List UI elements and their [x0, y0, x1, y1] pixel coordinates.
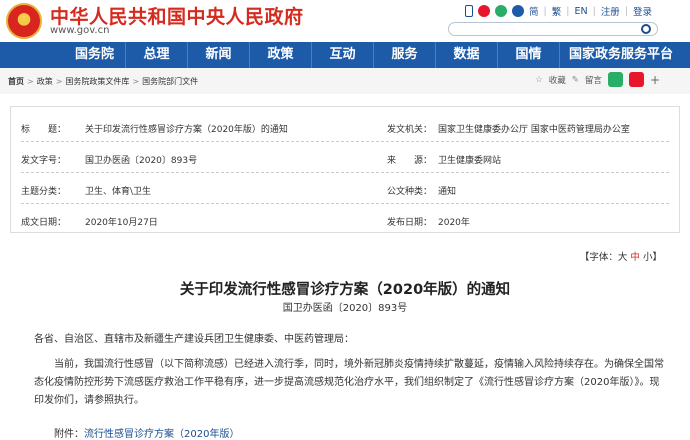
nav-item-policy[interactable]: 政策 [250, 42, 312, 68]
search-input[interactable] [448, 22, 658, 36]
info-row: 成文日期： 2020年10月27日 发布日期： 2020年 [21, 204, 669, 235]
info-value: 卫生健康委网站 [438, 156, 502, 166]
app-icon[interactable] [512, 5, 525, 17]
link-simplified[interactable]: 简 [529, 4, 539, 18]
font-size-large[interactable]: 大 [618, 252, 628, 263]
share-wechat-icon[interactable] [607, 72, 623, 87]
info-key: 成文日期： [21, 218, 67, 228]
nav-item-premier[interactable]: 总理 [126, 42, 188, 68]
attachment-link[interactable]: 流行性感冒诊疗方案（2020年版） [84, 429, 239, 440]
document-title: 关于印发流行性感冒诊疗方案（2020年版）的通知 [179, 282, 511, 298]
crumb-policy-library[interactable]: 国务院政策文件库 [65, 77, 129, 86]
favorite-button[interactable]: 收藏 [549, 74, 566, 86]
crumb-policy[interactable]: 政策 [37, 77, 53, 86]
info-key: 主题分类： [21, 187, 67, 197]
document-body: 当前，我国流行性感冒（以下简称流感）已经进入流行季，同时，境外新冠肺炎疫情持续扩… [34, 359, 664, 406]
breadcrumb-bar: 首页 > 政策 > 国务院政策文件库 > 国务院部门文件 ☆ 收藏 ✎ 留言 + [0, 68, 690, 94]
share-weibo-icon[interactable] [628, 72, 644, 87]
info-key: 公文种类： [387, 187, 433, 197]
info-value: 关于印发流行性感冒诊疗方案（2020年版）的通知 [85, 125, 288, 135]
info-row: 发文字号： 国卫办医函〔2020〕893号 来 源： 卫生健康委网站 [21, 142, 669, 173]
link-register[interactable]: 注册 [601, 4, 620, 18]
info-value: 2020年10月27日 [85, 218, 158, 228]
attachment: 附件：流行性感冒诊疗方案（2020年版） [54, 425, 239, 440]
weibo-icon[interactable] [478, 5, 491, 17]
crumb-home[interactable]: 首页 [8, 77, 24, 86]
more-share-icon[interactable]: + [650, 73, 660, 87]
font-size-switcher: 【字体：大 中 小】 [580, 249, 662, 263]
link-english[interactable]: EN [574, 6, 587, 17]
top-links: 简 | 繁 | EN | 注册 | 登录 [465, 4, 652, 18]
nav-item-news[interactable]: 新闻 [188, 42, 250, 68]
nav-item-interact[interactable]: 互动 [312, 42, 374, 68]
font-size-suffix: 】 [652, 252, 662, 263]
info-key: 发布日期： [387, 218, 433, 228]
font-size-prefix: 【字体： [579, 252, 618, 263]
nav-item-national-profile[interactable]: 国情 [498, 42, 560, 68]
comment-button[interactable]: 留言 [585, 74, 602, 86]
breadcrumb: 首页 > 政策 > 国务院政策文件库 > 国务院部门文件 [8, 77, 199, 86]
comment-icon[interactable]: ✎ [572, 75, 579, 85]
mobile-icon[interactable] [465, 5, 474, 17]
font-size-medium[interactable]: 中 [630, 252, 640, 263]
main-nav: 国务院 总理 新闻 政策 互动 服务 数据 国情 国家政务服务平台 [0, 42, 690, 68]
national-emblem-logo[interactable] [6, 3, 42, 39]
document-salutation: 各省、自治区、直辖市及新疆生产建设兵团卫生健康委、中医药管理局： [34, 334, 354, 345]
site-header: 中华人民共和国中央人民政府 www.gov.cn 简 | 繁 | EN | 注册… [0, 0, 690, 42]
attachment-label: 附件： [54, 429, 84, 440]
info-key: 发文字号： [21, 156, 67, 166]
info-key: 标 题： [21, 125, 67, 135]
crumb-department-docs[interactable]: 国务院部门文件 [142, 77, 198, 86]
info-key: 发文机关： [387, 125, 433, 135]
info-value: 通知 [438, 187, 457, 197]
nav-item-state-council[interactable]: 国务院 [64, 42, 126, 68]
nav-item-service-platform[interactable]: 国家政务服务平台 [560, 42, 682, 68]
document-info-table: 标 题： 关于印发流行性感冒诊疗方案（2020年版）的通知 发文机关： 国家卫生… [10, 106, 680, 233]
nav-item-data[interactable]: 数据 [436, 42, 498, 68]
link-login[interactable]: 登录 [633, 4, 652, 18]
document-number: 国卫办医函〔2020〕893号 [282, 303, 408, 314]
info-row: 标 题： 关于印发流行性感冒诊疗方案（2020年版）的通知 发文机关： 国家卫生… [21, 111, 669, 142]
site-url: www.gov.cn [50, 25, 110, 36]
star-icon[interactable]: ☆ [535, 75, 543, 85]
info-value: 2020年 [438, 218, 470, 228]
wechat-icon[interactable] [495, 5, 508, 17]
page-tools: ☆ 收藏 ✎ 留言 + [535, 72, 660, 87]
nav-item-service[interactable]: 服务 [374, 42, 436, 68]
info-value: 国卫办医函〔2020〕893号 [85, 156, 198, 166]
info-value: 国家卫生健康委办公厅 国家中医药管理局办公室 [438, 125, 630, 135]
info-row: 主题分类： 卫生、体育\卫生 公文种类： 通知 [21, 173, 669, 204]
info-value: 卫生、体育\卫生 [85, 187, 152, 197]
link-traditional[interactable]: 繁 [552, 4, 562, 18]
info-key: 来 源： [387, 156, 433, 166]
search-icon[interactable] [641, 24, 651, 34]
